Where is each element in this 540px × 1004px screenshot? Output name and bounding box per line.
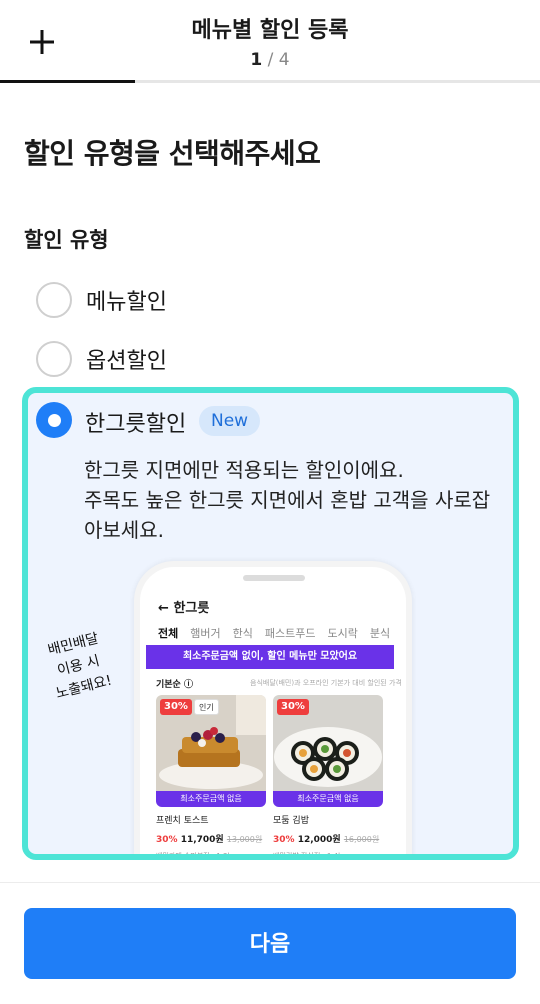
option-label: 메뉴할인 [86,290,167,315]
popular-tag: 인기 [194,699,219,715]
footer-divider [0,882,540,883]
preview-tab: 전체 [158,625,179,647]
discount-percent: 30% [273,835,295,845]
sale-price: 11,700원 [180,835,224,845]
discount-tag: 30% [277,699,309,715]
discount-type-label: 할인 유형 [24,228,109,252]
radio-unselected-icon[interactable] [36,341,72,377]
phone-notch [243,575,305,581]
option-menu-discount[interactable]: 메뉴할인 [36,282,167,318]
kimbap-image: 30% [273,695,383,791]
food-price: 30% 12,000원 16,000원 [273,832,383,845]
food-name: 모둠 김밥 [273,816,309,826]
page-title: 메뉴별 할인 등록 [191,18,349,43]
preview-food-card: 30% 최소주문금액 없음 모둠 김밥 30% 12,000원 16,000원 … [273,695,383,860]
preview-tab: 분식 [369,627,391,640]
preview-tab: 패스트푸드 [264,627,316,640]
preview-title: 한그릇 [173,601,210,616]
description-line: 아보세요. [84,518,164,542]
new-badge: New [199,406,261,436]
store-info: 배민카페 송파본점 · 1.2km [156,852,239,860]
phone-preview: ← 한그릇 전체 햄버거 한식 패스트푸드 도시락 분식 최소주문금액 없이, … [134,561,412,860]
preview-tab: 도시락 [327,627,358,640]
discount-percent: 30% [156,835,178,845]
section-heading: 할인 유형을 선택해주세요 [24,137,321,170]
original-price: 16,000원 [343,835,380,844]
preview-header: ← 한그릇 [158,597,209,616]
description-line: 주목도 높은 한그릇 지면에서 혼밥 고객을 사로잡 [84,488,491,512]
progress-bar [0,80,540,83]
original-price: 13,000원 [226,835,263,844]
preview-food-card: 30% 인기 최소주문금액 없음 프렌치 토스트 30% 11,700원 13,… [156,695,266,860]
option-description: 한그릇 지면에만 적용되는 할인이에요. 주목도 높은 한그릇 지면에서 혼밥 … [84,455,504,545]
discount-tag: 30% [160,699,192,715]
min-order-label: 최소주문금액 없음 [273,791,383,807]
store-info: 배민김밥 잠실점 · 1.4km [273,852,349,860]
min-order-label: 최소주문금액 없음 [156,791,266,807]
preview-sort-note: 음식배달(배민)과 오프라인 기본가 대비 할인된 가격 [250,679,402,687]
back-arrow-icon: ← [158,601,169,616]
option-label: 한그릇할인 [85,412,187,437]
french-toast-image: 30% 인기 [156,695,266,791]
preview-tab: 한식 [232,627,253,640]
option-label: 옵션할인 [86,349,167,374]
step-indicator: 1 / 4 [0,50,540,70]
preview-sort: 기본순 ⓘ [156,680,193,690]
food-price: 30% 11,700원 13,000원 [156,832,266,845]
preview-tabs: 전체 햄버거 한식 패스트푸드 도시락 분식 [158,625,406,647]
option-option-discount[interactable]: 옵션할인 [36,341,167,377]
option-single-bowl-discount[interactable]: 한그릇할인 New 한그릇 지면에만 적용되는 할인이에요. 주목도 높은 한그… [22,387,519,860]
next-button[interactable]: 다음 [24,908,516,979]
description-line: 한그릇 지면에만 적용되는 할인이에요. [84,458,404,482]
step-total: / 4 [267,50,290,70]
progress-bar-fill [0,80,135,83]
food-name: 프렌치 토스트 [156,816,209,826]
step-current: 1 [250,50,263,70]
radio-unselected-icon[interactable] [36,282,72,318]
handwritten-note: 배민배달 이용 시 노출돼요! [43,627,114,705]
top-bar: 메뉴별 할인 등록 1 / 4 [0,0,540,84]
preview-banner: 최소주문금액 없이, 할인 메뉴만 모았어요 [146,645,394,669]
sale-price: 12,000원 [297,835,341,845]
preview-tab: 햄버거 [190,627,221,640]
radio-selected-icon[interactable] [36,402,72,438]
